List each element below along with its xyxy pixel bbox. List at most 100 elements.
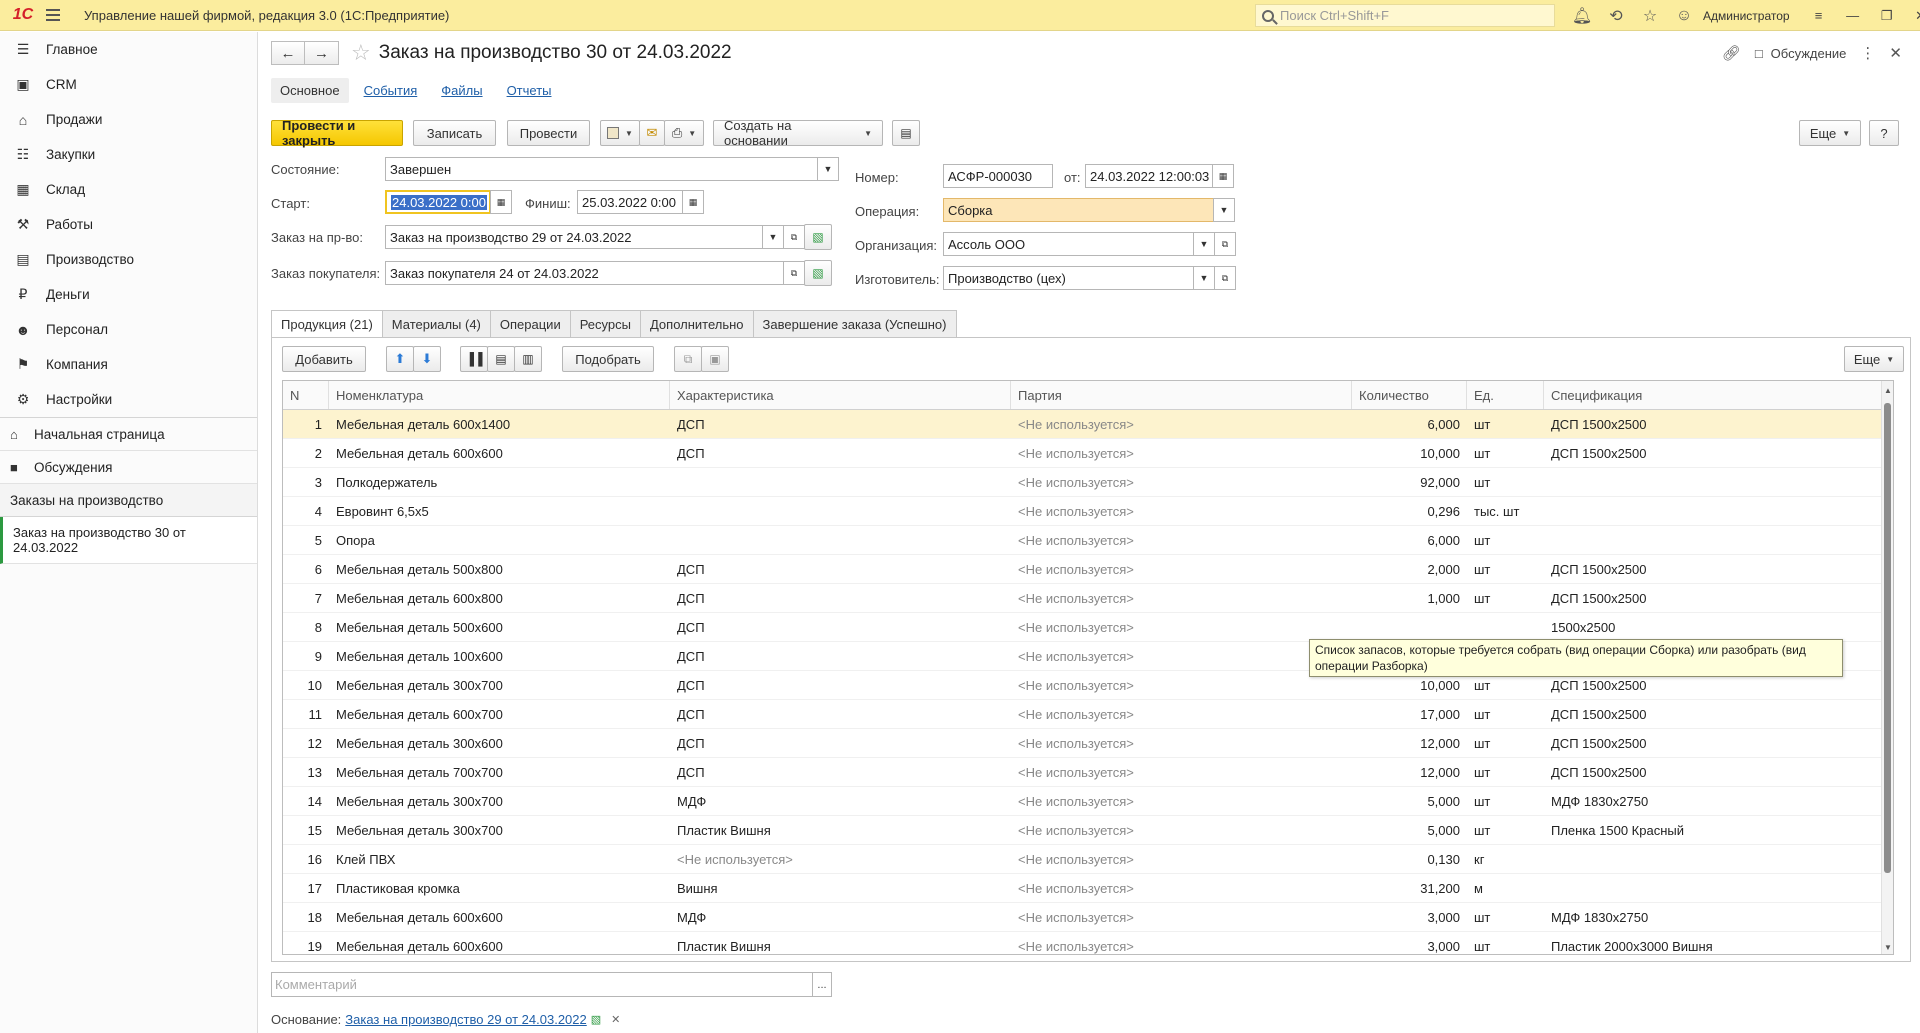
- table-row[interactable]: 11 Мебельная деталь 600х700 ДСП <Не использ…: [283, 700, 1893, 729]
- global-search-input[interactable]: Поиск Ctrl+Shift+F: [1255, 4, 1555, 27]
- cell-n[interactable]: 2: [283, 439, 329, 467]
- scroll-down-icon[interactable]: ▼: [1882, 940, 1893, 954]
- cell-characteristic[interactable]: Вишня: [670, 874, 1011, 902]
- cell-nomenclature[interactable]: Опора: [329, 526, 670, 554]
- cell-n[interactable]: 8: [283, 613, 329, 641]
- cell-specification[interactable]: [1544, 526, 1883, 554]
- cell-quantity[interactable]: 5,000: [1352, 787, 1467, 815]
- close-form-icon[interactable]: ✕: [1889, 44, 1902, 62]
- cell-quantity[interactable]: 31,200: [1352, 874, 1467, 902]
- cell-characteristic[interactable]: ДСП: [670, 584, 1011, 612]
- cell-unit[interactable]: шт: [1467, 729, 1544, 757]
- cell-characteristic[interactable]: [670, 526, 1011, 554]
- barcode-button[interactable]: ▐▐: [460, 346, 488, 372]
- production-order-field[interactable]: Заказ на производство 29 от 24.03.2022: [385, 225, 763, 249]
- cell-n[interactable]: 1: [283, 410, 329, 438]
- manufacturer-field[interactable]: Производство (цех): [943, 266, 1194, 290]
- back-button[interactable]: ←: [271, 41, 305, 65]
- main-menu-icon[interactable]: [46, 0, 70, 31]
- tab-main[interactable]: Основное: [271, 77, 349, 103]
- sidebar-item-purchases[interactable]: ☷ Закупки: [0, 137, 257, 172]
- cell-specification[interactable]: [1544, 468, 1883, 496]
- history-icon[interactable]: ⟲: [1599, 0, 1633, 31]
- customer-order-fill-button[interactable]: ▧: [804, 260, 832, 286]
- cell-nomenclature[interactable]: Мебельная деталь 600х800: [329, 584, 670, 612]
- sidebar-item-settings[interactable]: ⚙ Настройки: [0, 382, 257, 417]
- cell-characteristic[interactable]: ДСП: [670, 642, 1011, 670]
- sidebar-open-doc[interactable]: Заказ на производство 30 от 24.03.2022: [0, 517, 257, 564]
- cell-characteristic[interactable]: ДСП: [670, 758, 1011, 786]
- table-row[interactable]: 15 Мебельная деталь 300х700 Пластик Вишня <…: [283, 816, 1893, 845]
- cell-unit[interactable]: шт: [1467, 526, 1544, 554]
- cell-unit[interactable]: шт: [1467, 410, 1544, 438]
- table-row[interactable]: 5 Опора <Не используется> 6,000 шт: [283, 526, 1893, 555]
- cell-n[interactable]: 10: [283, 671, 329, 699]
- user-name[interactable]: Администратор: [1701, 9, 1802, 23]
- table-more-button[interactable]: Еще ▼: [1844, 346, 1904, 372]
- cell-batch[interactable]: <Не используется>: [1011, 700, 1352, 728]
- cell-nomenclature[interactable]: Мебельная деталь 500х600: [329, 613, 670, 641]
- tab-events[interactable]: События: [355, 78, 427, 103]
- cell-batch[interactable]: <Не используется>: [1011, 816, 1352, 844]
- structure-button[interactable]: ▤: [892, 120, 920, 146]
- cell-batch[interactable]: <Не используется>: [1011, 555, 1352, 583]
- cell-specification[interactable]: МДФ 1830х2750: [1544, 787, 1883, 815]
- cell-n[interactable]: 3: [283, 468, 329, 496]
- cell-characteristic[interactable]: МДФ: [670, 903, 1011, 931]
- sidebar-item-main[interactable]: ☰ Главное: [0, 32, 257, 67]
- bell-icon[interactable]: 🔔︎: [1565, 0, 1599, 31]
- cell-nomenclature[interactable]: Пластиковая кромка: [329, 874, 670, 902]
- close-window-icon[interactable]: ✕: [1904, 0, 1920, 31]
- sidebar-item-company[interactable]: ⚑ Компания: [0, 347, 257, 382]
- state-dropdown-button[interactable]: ▼: [817, 157, 839, 181]
- table-row[interactable]: 18 Мебельная деталь 600х600 МДФ <Не использ…: [283, 903, 1893, 932]
- tab-resources[interactable]: Ресурсы: [569, 310, 641, 337]
- sidebar-item-works[interactable]: ⚒ Работы: [0, 207, 257, 242]
- cell-quantity[interactable]: 3,000: [1352, 903, 1467, 931]
- production-order-dropdown-button[interactable]: ▼: [762, 225, 784, 249]
- cell-specification[interactable]: ДСП 1500х2500: [1544, 410, 1883, 438]
- cell-specification[interactable]: ДСП 1500х2500: [1544, 758, 1883, 786]
- cell-specification[interactable]: 1500х2500: [1544, 613, 1883, 641]
- cell-quantity[interactable]: 5,000: [1352, 816, 1467, 844]
- cell-nomenclature[interactable]: Мебельная деталь 300х700: [329, 787, 670, 815]
- table-row[interactable]: 16 Клей ПВХ <Не используется> <Не используе…: [283, 845, 1893, 874]
- sidebar-item-money[interactable]: ₽ Деньги: [0, 277, 257, 312]
- cell-unit[interactable]: шт: [1467, 758, 1544, 786]
- table-row[interactable]: 12 Мебельная деталь 300х600 ДСП <Не использ…: [283, 729, 1893, 758]
- cell-characteristic[interactable]: Пластик Вишня: [670, 816, 1011, 844]
- operation-dropdown-button[interactable]: ▼: [1213, 198, 1235, 222]
- sidebar-item-crm[interactable]: ▣ CRM: [0, 67, 257, 102]
- cell-n[interactable]: 14: [283, 787, 329, 815]
- cell-n[interactable]: 4: [283, 497, 329, 525]
- cell-nomenclature[interactable]: Мебельная деталь 600х600: [329, 439, 670, 467]
- cell-batch[interactable]: <Не используется>: [1011, 671, 1352, 699]
- print-button[interactable]: ⎙ ▼: [664, 120, 704, 146]
- comment-input[interactable]: Комментарий: [271, 972, 813, 997]
- table-row[interactable]: 2 Мебельная деталь 600х600 ДСП <Не использу…: [283, 439, 1893, 468]
- cell-quantity[interactable]: 6,000: [1352, 410, 1467, 438]
- cell-batch[interactable]: <Не используется>: [1011, 932, 1352, 954]
- create-based-on-button[interactable]: Создать на основании ▼: [713, 118, 883, 148]
- discussion-button[interactable]: □ Обсуждение: [1755, 46, 1847, 61]
- cell-quantity[interactable]: 6,000: [1352, 526, 1467, 554]
- cell-specification[interactable]: [1544, 874, 1883, 902]
- cell-characteristic[interactable]: ДСП: [670, 729, 1011, 757]
- cell-unit[interactable]: шт: [1467, 816, 1544, 844]
- production-order-fill-button[interactable]: ▧: [804, 224, 832, 250]
- col-characteristic[interactable]: Характеристика: [670, 381, 1011, 409]
- cell-nomenclature[interactable]: Мебельная деталь 300х700: [329, 816, 670, 844]
- cell-nomenclature[interactable]: Мебельная деталь 500х800: [329, 555, 670, 583]
- sidebar-item-staff[interactable]: ☻ Персонал: [0, 312, 257, 347]
- tab-operations[interactable]: Операции: [489, 310, 571, 337]
- cell-characteristic[interactable]: ДСП: [670, 439, 1011, 467]
- table-row[interactable]: 7 Мебельная деталь 600х800 ДСП <Не использу…: [283, 584, 1893, 613]
- finish-date-field[interactable]: 25.03.2022 0:00: [577, 190, 683, 214]
- pick-button[interactable]: Подобрать: [562, 346, 654, 372]
- col-batch[interactable]: Партия: [1011, 381, 1352, 409]
- favorites-star-icon[interactable]: ☆: [1633, 0, 1667, 31]
- attach-button[interactable]: ▼: [600, 120, 640, 146]
- cell-unit[interactable]: шт: [1467, 439, 1544, 467]
- more-vertical-icon[interactable]: ⋮: [1860, 44, 1875, 62]
- tab-files[interactable]: Файлы: [432, 78, 491, 103]
